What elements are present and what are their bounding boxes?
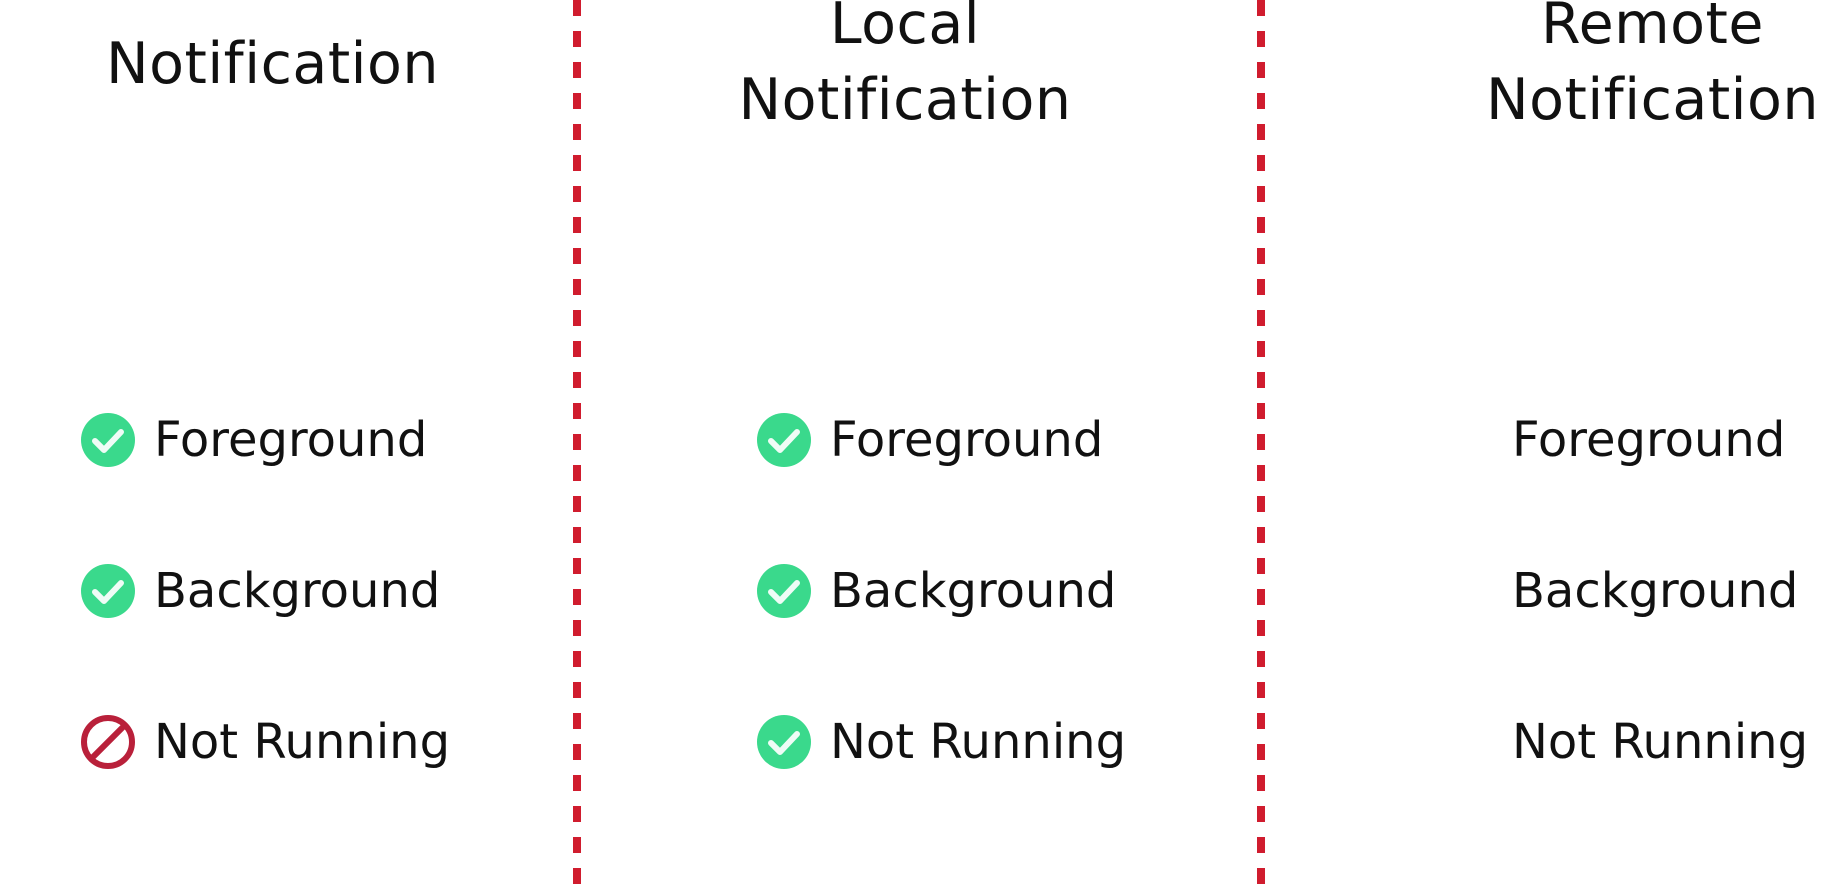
status-row-foreground: Foreground [756,410,1103,470]
status-label: Foreground [154,412,428,468]
prohibited-icon [80,714,136,770]
status-row-foreground: Foreground [1512,410,1785,470]
status-row-foreground: Foreground [80,410,427,470]
status-row-not-running: Not Running [1512,712,1808,772]
status-label: Background [154,563,441,619]
status-label: Not Running [1512,714,1809,770]
column-notification: Notification Foreground Background Not R… [0,0,575,890]
status-label: Not Running [154,714,451,770]
check-circle-icon [756,714,812,770]
check-circle-icon [80,412,136,468]
check-circle-icon [756,412,812,468]
status-row-background: Background [756,561,1116,621]
notification-comparison-diagram: Notification Foreground Background Not R… [0,0,1840,890]
check-circle-icon [756,563,812,619]
column-title: Local Notification [738,0,1072,133]
column-local-notification: Local Notification Foreground Background… [580,0,1255,890]
status-label: Background [1512,563,1799,619]
status-row-not-running: Not Running [756,712,1126,772]
status-row-not-running: Not Running [80,712,450,772]
check-circle-icon [80,563,136,619]
status-label: Foreground [1512,412,1786,468]
column-title: Remote Notification [1485,0,1820,133]
status-label: Background [830,563,1117,619]
dashed-divider [1257,0,1265,890]
status-label: Foreground [830,412,1104,468]
column-remote-notification: Remote Notification Foreground Backgroun… [1265,0,1840,890]
status-row-background: Background [80,561,440,621]
status-row-background: Background [1512,561,1798,621]
column-title: Notification [105,31,440,97]
status-label: Not Running [830,714,1127,770]
